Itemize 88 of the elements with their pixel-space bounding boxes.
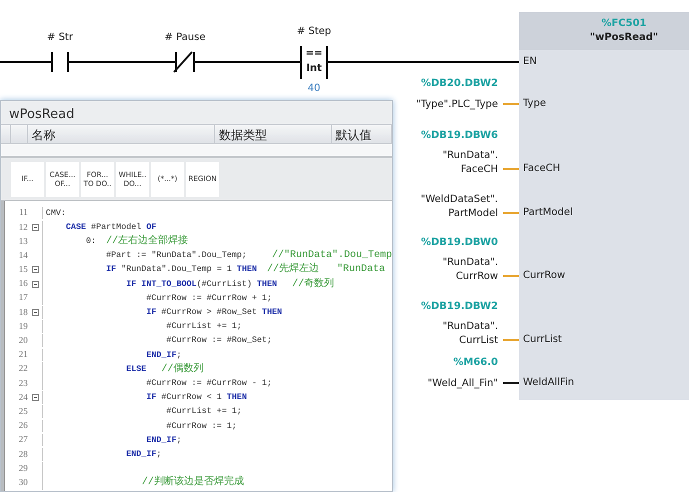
code-line: #Part := "RunData".Dou_Temp; //"RunData".Dou_Temp: [42, 248, 392, 264]
line-number: 30: [18, 476, 29, 489]
type-label: Int: [305, 64, 323, 74]
operand-label: "RunData".: [442, 322, 498, 332]
code-line: IF "RunData".Dou_Temp = 1 THEN //先焊左边 "RunData: [42, 262, 385, 278]
negated-contact-symbol[interactable]: [173, 51, 195, 73]
operand-label: "RunData".: [442, 258, 498, 268]
column-header: 默认值: [332, 125, 392, 143]
operand-label: "WeldDataSet".: [420, 195, 498, 206]
line-number: 24: [18, 390, 29, 404]
code-line: #CurrRow := #Row_Set;: [42, 334, 272, 348]
operand-label: CurrList: [459, 336, 498, 346]
window-title: wPosRead: [8, 106, 76, 124]
line-number: 15: [18, 263, 29, 276]
input-wire: [503, 103, 519, 105]
input-wire: [503, 275, 519, 277]
column-header: 名称: [28, 125, 216, 143]
operand-label: FaceCH: [460, 164, 498, 175]
pin-label: WeldAllFin: [523, 378, 574, 388]
code-line: #CurrRow := #CurrRow + 1;: [42, 292, 272, 305]
line-number: 18: [18, 306, 29, 319]
code-line: CASE #PartModel OF: [42, 220, 156, 234]
input-wire: [503, 212, 519, 214]
code-editor[interactable]: [4, 201, 392, 491]
collapse-icon[interactable]: [32, 224, 40, 231]
input-wire: [503, 339, 519, 341]
line-number: 17: [18, 291, 29, 304]
code-line: //判断该边是否焊完成: [42, 475, 244, 490]
block-name: "wPosRead": [590, 33, 658, 43]
collapse-icon[interactable]: [32, 394, 40, 402]
pin-label: FaceCH: [523, 164, 560, 174]
line-number: 22: [18, 362, 29, 376]
operand-address: %DB19.DBW0: [420, 238, 498, 248]
code-line: #CurrRow := 1;: [42, 420, 237, 432]
operand-label: # Step: [296, 27, 332, 37]
line-number: 20: [18, 334, 29, 348]
operand-address: %DB20.DBW2: [420, 79, 498, 90]
operand-label: # Str: [46, 33, 74, 43]
line-number: 27: [18, 433, 29, 446]
operand-address: %DB19.DBW6: [420, 130, 498, 141]
code-line: 0: //左右边全部焊接: [42, 234, 188, 249]
block-address: %FC501: [601, 19, 647, 29]
operator-label: ==: [304, 49, 324, 59]
code-line: CMV:: [42, 206, 66, 220]
line-number: 19: [18, 320, 29, 333]
operand-label: PartModel: [448, 208, 498, 219]
line-number: 29: [18, 462, 29, 475]
line-number: 21: [18, 348, 29, 362]
pin-label: EN: [523, 57, 537, 67]
pin-label: CurrList: [523, 335, 562, 345]
line-number: 12: [18, 220, 29, 234]
line-number: 23: [18, 376, 29, 390]
operand-address: %M66.0: [453, 358, 498, 368]
line-number: 14: [18, 248, 29, 262]
code-line: #CurrRow := #CurrRow - 1;: [42, 377, 272, 390]
operand-address: %DB19.DBW2: [420, 302, 498, 312]
code-line: #CurrList += 1;: [42, 320, 242, 333]
code-line: END_IF;: [42, 448, 162, 461]
operand-label: # Pause: [164, 33, 206, 43]
pin-label: PartModel: [523, 208, 573, 218]
code-line: IF #CurrRow < 1 THEN: [42, 391, 247, 404]
input-wire: [503, 168, 519, 170]
operand-label: "Type".PLC_Type: [416, 100, 498, 110]
line-number: 13: [18, 234, 29, 248]
code-line: IF INT_TO_BOOL(#CurrList) THEN //奇数列: [42, 276, 334, 292]
operand-label: "Weld_All_Fin": [428, 378, 498, 389]
operand-label: CurrRow: [456, 272, 498, 282]
column-header: 数据类型: [215, 125, 332, 143]
code-line: END_IF;: [42, 348, 182, 362]
code-line: END_IF;: [42, 434, 182, 446]
collapse-icon[interactable]: [32, 266, 40, 274]
code-line: IF #CurrRow > #Row_Set THEN: [42, 306, 282, 319]
collapse-icon[interactable]: [32, 280, 40, 288]
collapse-icon[interactable]: [32, 308, 40, 316]
contact-symbol[interactable]: [51, 52, 69, 72]
line-number: 11: [18, 206, 29, 220]
line-number: 26: [18, 419, 29, 432]
pin-label: Type: [523, 99, 546, 109]
code-line: #CurrList += 1;: [42, 405, 242, 418]
code-line: ELSE //偶数列: [42, 362, 204, 377]
pin-label: CurrRow: [523, 271, 566, 281]
line-number: 16: [18, 277, 29, 290]
compare-contact-symbol[interactable]: [300, 46, 328, 79]
line-number: 28: [18, 448, 29, 461]
operand-label: "RunData".: [442, 151, 498, 162]
value-label: 40: [306, 84, 322, 94]
line-number: 25: [18, 404, 29, 418]
output-wire: [503, 382, 519, 384]
